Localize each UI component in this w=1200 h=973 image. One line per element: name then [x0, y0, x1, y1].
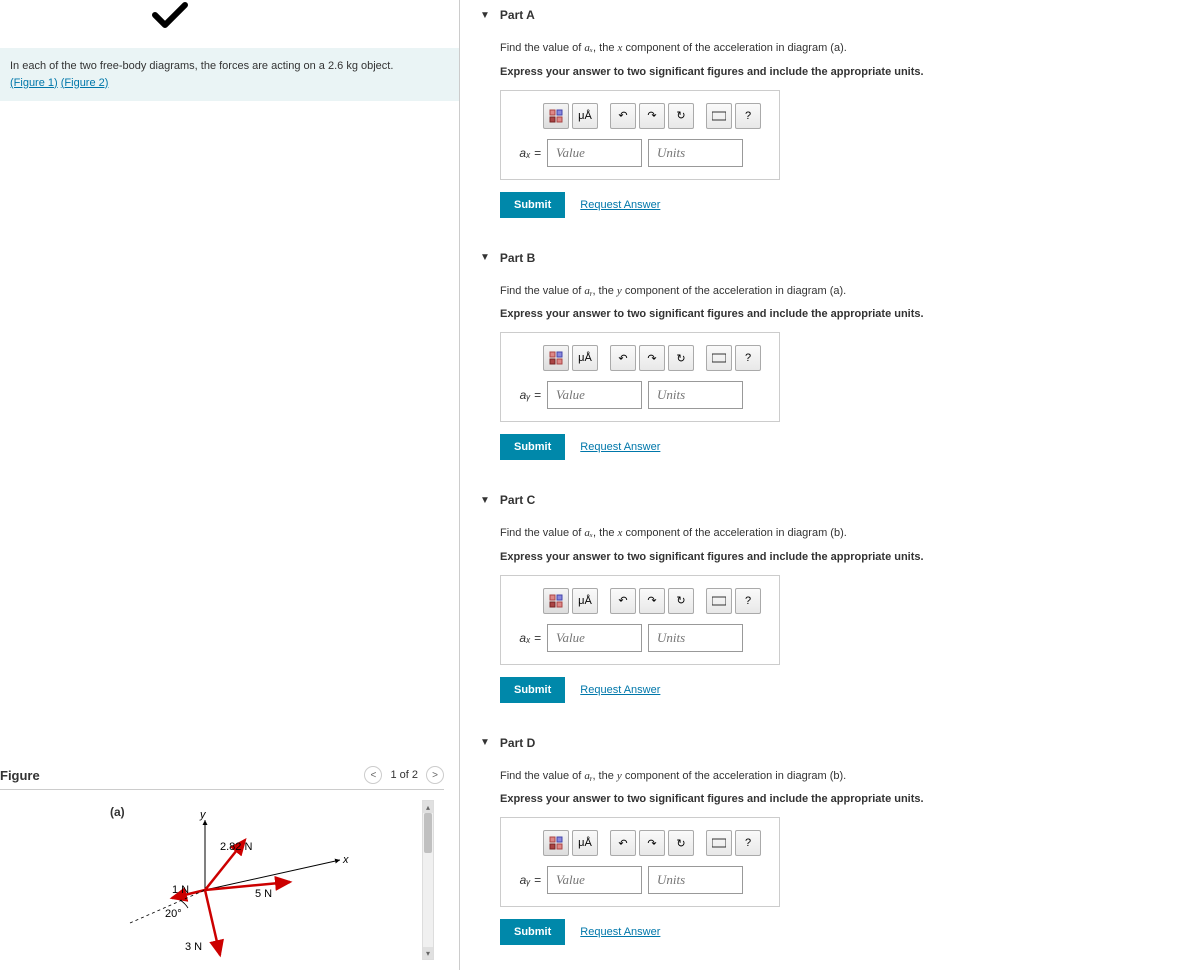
- reset-button[interactable]: ↻: [668, 588, 694, 614]
- redo-button[interactable]: ↷: [639, 103, 665, 129]
- part-a-description: Find the value of aₓ, the x component of…: [500, 40, 1180, 58]
- problem-statement: In each of the two free-body diagrams, t…: [0, 48, 459, 101]
- free-body-diagram: (a) y x 2.82 N: [110, 800, 410, 970]
- figure-nav-text: 1 of 2: [390, 769, 418, 781]
- collapse-icon: ▼: [480, 495, 490, 506]
- request-answer-link[interactable]: Request Answer: [580, 684, 660, 696]
- help-button[interactable]: ?: [735, 345, 761, 371]
- collapse-icon: ▼: [480, 252, 490, 263]
- request-answer-link[interactable]: Request Answer: [580, 441, 660, 453]
- part-b-description: Find the value of aᵧ, the y component of…: [500, 283, 1180, 301]
- variable-label: aₓ =: [513, 146, 541, 160]
- figure-title: Figure: [0, 768, 40, 783]
- reset-button[interactable]: ↻: [668, 345, 694, 371]
- symbols-button[interactable]: μÅ: [572, 830, 598, 856]
- svg-text:2.82 N: 2.82 N: [220, 841, 252, 853]
- part-d-description: Find the value of aᵧ, the y component of…: [500, 768, 1180, 786]
- keyboard-button[interactable]: [706, 103, 732, 129]
- help-button[interactable]: ?: [735, 830, 761, 856]
- svg-text:y: y: [199, 809, 207, 821]
- figure-next-button[interactable]: >: [426, 766, 444, 784]
- variable-label: aᵧ =: [513, 873, 541, 887]
- value-input[interactable]: [547, 624, 642, 652]
- keyboard-button[interactable]: [706, 345, 732, 371]
- svg-text:5 N: 5 N: [255, 888, 272, 900]
- collapse-icon: ▼: [480, 737, 490, 748]
- submit-button[interactable]: Submit: [500, 919, 565, 945]
- submit-button[interactable]: Submit: [500, 192, 565, 218]
- reset-button[interactable]: ↻: [668, 830, 694, 856]
- request-answer-link[interactable]: Request Answer: [580, 926, 660, 938]
- units-input[interactable]: [648, 866, 743, 894]
- units-input[interactable]: [648, 624, 743, 652]
- svg-text:20°: 20°: [165, 908, 182, 920]
- keyboard-button[interactable]: [706, 830, 732, 856]
- collapse-icon: ▼: [480, 10, 490, 21]
- undo-button[interactable]: ↶: [610, 103, 636, 129]
- value-input[interactable]: [547, 381, 642, 409]
- help-button[interactable]: ?: [735, 588, 761, 614]
- svg-text:x: x: [342, 854, 349, 866]
- figure-prev-button[interactable]: <: [364, 766, 382, 784]
- figure-1-link[interactable]: (Figure 1): [10, 77, 58, 89]
- svg-text:3 N: 3 N: [185, 941, 202, 953]
- undo-button[interactable]: ↶: [610, 345, 636, 371]
- part-d-header[interactable]: ▼ Part D: [480, 728, 1180, 758]
- part-b-instructions: Express your answer to two significant f…: [500, 308, 1180, 320]
- keyboard-button[interactable]: [706, 588, 732, 614]
- undo-button[interactable]: ↶: [610, 588, 636, 614]
- help-button[interactable]: ?: [735, 103, 761, 129]
- value-input[interactable]: [547, 139, 642, 167]
- symbols-button[interactable]: μÅ: [572, 103, 598, 129]
- undo-button[interactable]: ↶: [610, 830, 636, 856]
- svg-text:1 N: 1 N: [172, 884, 189, 896]
- symbols-button[interactable]: μÅ: [572, 588, 598, 614]
- templates-button[interactable]: [543, 345, 569, 371]
- redo-button[interactable]: ↷: [639, 830, 665, 856]
- templates-button[interactable]: [543, 103, 569, 129]
- part-c-header[interactable]: ▼ Part C: [480, 485, 1180, 515]
- variable-label: aᵧ =: [513, 388, 541, 402]
- templates-button[interactable]: [543, 588, 569, 614]
- part-c-description: Find the value of aₓ, the x component of…: [500, 525, 1180, 543]
- submit-button[interactable]: Submit: [500, 434, 565, 460]
- checkmark-icon: [150, 0, 459, 33]
- variable-label: aₓ =: [513, 631, 541, 645]
- redo-button[interactable]: ↷: [639, 345, 665, 371]
- part-d-instructions: Express your answer to two significant f…: [500, 793, 1180, 805]
- part-a-instructions: Express your answer to two significant f…: [500, 66, 1180, 78]
- redo-button[interactable]: ↷: [639, 588, 665, 614]
- part-c-instructions: Express your answer to two significant f…: [500, 551, 1180, 563]
- part-b-header[interactable]: ▼ Part B: [480, 243, 1180, 273]
- submit-button[interactable]: Submit: [500, 677, 565, 703]
- templates-button[interactable]: [543, 830, 569, 856]
- value-input[interactable]: [547, 866, 642, 894]
- units-input[interactable]: [648, 139, 743, 167]
- units-input[interactable]: [648, 381, 743, 409]
- reset-button[interactable]: ↻: [668, 103, 694, 129]
- symbols-button[interactable]: μÅ: [572, 345, 598, 371]
- request-answer-link[interactable]: Request Answer: [580, 199, 660, 211]
- figure-2-link[interactable]: (Figure 2): [61, 77, 109, 89]
- figure-scrollbar[interactable]: ▴ ▾: [422, 800, 434, 960]
- part-a-header[interactable]: ▼ Part A: [480, 0, 1180, 30]
